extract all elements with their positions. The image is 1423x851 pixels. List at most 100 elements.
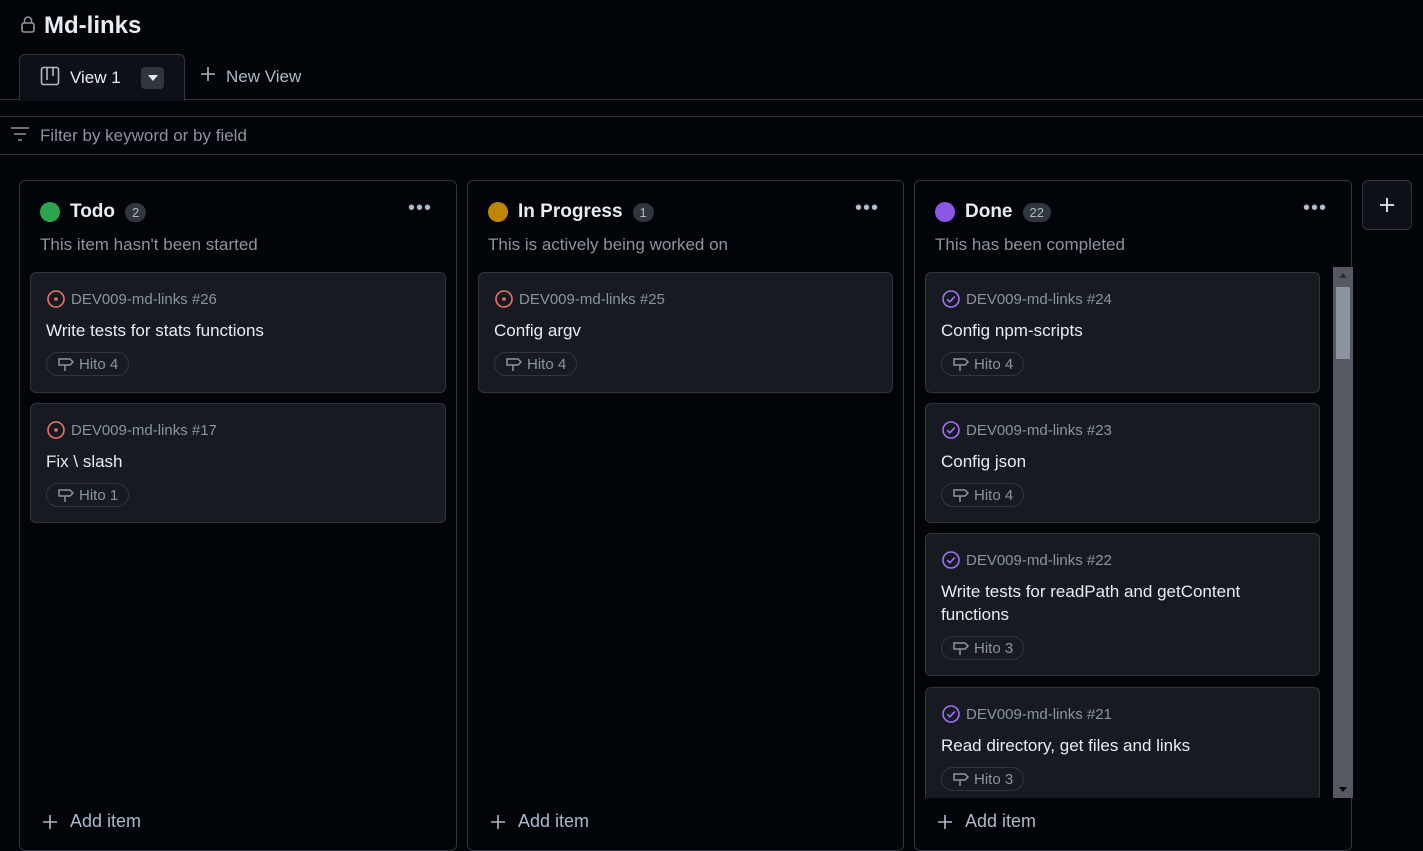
milestone-icon	[506, 358, 523, 371]
column-header: Todo 2	[40, 201, 147, 223]
card-item[interactable]: DEV009-md-links #22 Write tests for read…	[925, 533, 1320, 676]
card-title[interactable]: Config argv	[494, 319, 581, 342]
card-title[interactable]: Read directory, get files and links	[941, 734, 1190, 757]
card-ref-text: DEV009-md-links #23	[966, 421, 1112, 439]
column-menu-button[interactable]: •••	[855, 197, 879, 220]
plus-icon	[43, 814, 57, 829]
card-item[interactable]: DEV009-md-links #17 Fix \ slash Hito 1	[30, 403, 446, 523]
card-item[interactable]: DEV009-md-links #21 Read directory, get …	[925, 687, 1320, 798]
milestone-text: Hito 4	[79, 355, 119, 373]
card-title[interactable]: Config json	[941, 450, 1026, 473]
milestone-text: Hito 1	[79, 486, 119, 504]
project-title-area: Md-links	[20, 12, 141, 40]
milestone-text: Hito 3	[974, 770, 1014, 788]
column-in-progress: In Progress 1 ••• This is actively being…	[467, 180, 904, 851]
milestone-label[interactable]: Hito 4	[494, 352, 578, 376]
issue-closed-icon	[942, 705, 960, 723]
milestone-label[interactable]: Hito 1	[46, 483, 130, 507]
issue-closed-icon	[942, 421, 960, 439]
tab-view-1-label: View 1	[70, 68, 121, 87]
column-header: In Progress 1	[488, 201, 654, 223]
plus-icon	[200, 66, 216, 87]
item-count-badge: 1	[632, 202, 654, 222]
item-count-badge: 2	[125, 202, 147, 222]
column-name: Todo	[70, 201, 116, 222]
card-title[interactable]: Write tests for readPath and getContent …	[941, 580, 1281, 626]
plus-icon	[1380, 198, 1394, 212]
milestone-label[interactable]: Hito 4	[941, 483, 1025, 507]
card-ref[interactable]: DEV009-md-links #26	[46, 289, 217, 309]
column-description: This item hasn't been started	[40, 235, 258, 254]
card-item[interactable]: DEV009-md-links #23 Config json Hito 4	[925, 403, 1320, 523]
column-header: Done 22	[935, 201, 1051, 223]
card-title[interactable]: Write tests for stats functions	[46, 319, 264, 342]
scrollbar[interactable]	[1333, 267, 1353, 798]
lock-icon	[20, 15, 36, 38]
milestone-icon	[58, 489, 75, 502]
milestone-label[interactable]: Hito 4	[941, 352, 1025, 376]
milestone-icon	[58, 358, 75, 371]
project-title: Md-links	[44, 12, 142, 39]
tab-view-1[interactable]: View 1	[19, 54, 185, 101]
milestone-label[interactable]: Hito 4	[46, 352, 130, 376]
issue-open-icon	[495, 290, 513, 308]
new-view-label: New View	[226, 66, 302, 86]
scroll-down-icon[interactable]	[1333, 784, 1353, 796]
add-item-label: Add item	[70, 811, 142, 831]
card-ref-text: DEV009-md-links #22	[966, 551, 1112, 569]
new-view-button[interactable]: New View	[200, 66, 301, 87]
milestone-icon	[953, 489, 970, 502]
card-ref[interactable]: DEV009-md-links #21	[941, 704, 1112, 724]
issue-open-icon	[47, 421, 65, 439]
card-ref[interactable]: DEV009-md-links #25	[494, 289, 665, 309]
column-menu-button[interactable]: •••	[1303, 197, 1327, 220]
add-item-button[interactable]: Add item	[490, 811, 589, 832]
view-tabs: View 1 New View	[0, 54, 1423, 101]
milestone-icon	[953, 358, 970, 371]
add-item-button[interactable]: Add item	[937, 811, 1036, 832]
view-options-button[interactable]	[141, 67, 164, 89]
milestone-text: Hito 3	[974, 639, 1014, 657]
issue-closed-icon	[942, 551, 960, 569]
kebab-horizontal-icon: •••	[407, 197, 432, 219]
add-item-label: Add item	[518, 811, 590, 831]
column-todo: Todo 2 ••• This item hasn't been started…	[19, 180, 457, 851]
column-name: In Progress	[518, 201, 623, 222]
card-ref[interactable]: DEV009-md-links #22	[941, 550, 1112, 570]
plus-icon	[491, 814, 505, 829]
card-title[interactable]: Config npm-scripts	[941, 319, 1083, 342]
card-ref-text: DEV009-md-links #21	[966, 705, 1112, 723]
column-description: This has been completed	[935, 235, 1125, 254]
card-ref[interactable]: DEV009-md-links #17	[46, 420, 217, 440]
column-menu-button[interactable]: •••	[408, 197, 432, 220]
add-column-button[interactable]	[1362, 180, 1412, 230]
milestone-icon	[953, 642, 970, 655]
card-title[interactable]: Fix \ slash	[46, 450, 123, 473]
column-done: Done 22 ••• This has been completed DEV0…	[914, 180, 1353, 851]
card-ref[interactable]: DEV009-md-links #24	[941, 289, 1112, 309]
card-ref[interactable]: DEV009-md-links #23	[941, 420, 1112, 440]
milestone-label[interactable]: Hito 3	[941, 767, 1025, 791]
scrollbar-thumb[interactable]	[1336, 287, 1350, 359]
milestone-label[interactable]: Hito 3	[941, 636, 1025, 660]
card-item[interactable]: DEV009-md-links #26 Write tests for stat…	[30, 272, 446, 393]
milestone-icon	[953, 773, 970, 786]
card-item[interactable]: DEV009-md-links #25 Config argv Hito 4	[478, 272, 893, 393]
project-header: Md-links View 1 New View	[0, 0, 1423, 101]
add-item-label: Add item	[965, 811, 1037, 831]
kebab-horizontal-icon: •••	[854, 197, 879, 219]
filter-icon	[10, 126, 30, 146]
milestone-text: Hito 4	[974, 355, 1014, 373]
add-item-button[interactable]: Add item	[42, 811, 141, 832]
kebab-horizontal-icon: •••	[1302, 197, 1327, 219]
status-dot	[40, 202, 60, 222]
filter-bar[interactable]: Filter by keyword or by field	[0, 116, 1423, 155]
milestone-text: Hito 4	[974, 486, 1014, 504]
scroll-up-icon[interactable]	[1333, 269, 1353, 281]
filter-input[interactable]: Filter by keyword or by field	[40, 126, 247, 146]
issue-open-icon	[47, 290, 65, 308]
done-card-list[interactable]: DEV009-md-links #24 Config npm-scripts H…	[915, 267, 1353, 798]
card-ref-text: DEV009-md-links #25	[519, 290, 665, 308]
card-item[interactable]: DEV009-md-links #24 Config npm-scripts H…	[925, 272, 1320, 393]
board-icon	[40, 66, 60, 91]
